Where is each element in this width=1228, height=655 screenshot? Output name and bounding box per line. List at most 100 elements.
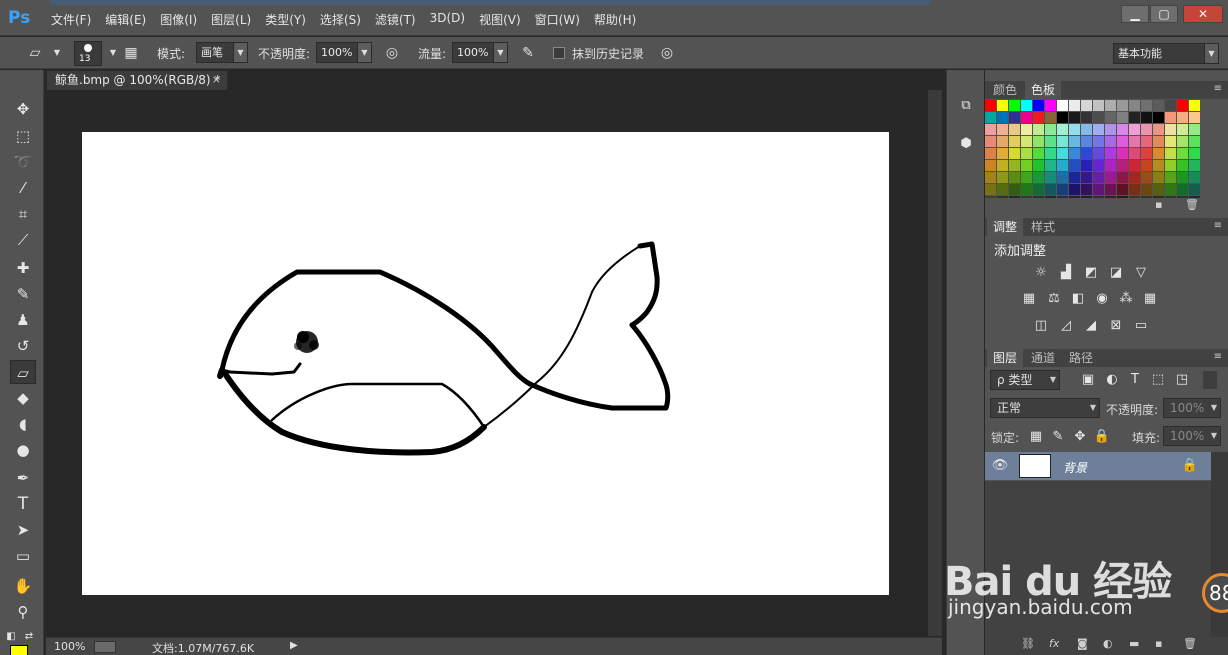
swatch[interactable]: [1117, 148, 1128, 159]
new-layer-icon[interactable]: ▪: [1155, 637, 1162, 650]
status-icon[interactable]: [94, 641, 116, 653]
new-adjustment-icon[interactable]: ◐: [1103, 637, 1113, 650]
close-window-button[interactable]: ✕: [1183, 5, 1223, 23]
swatch[interactable]: [985, 136, 996, 147]
paint-bucket-icon[interactable]: ◆: [10, 386, 36, 410]
swatch[interactable]: [1045, 100, 1056, 111]
swatch[interactable]: [1189, 172, 1200, 183]
crop-tool-icon[interactable]: ⌗: [10, 202, 36, 226]
swatch[interactable]: [1045, 124, 1056, 135]
swatch[interactable]: [1141, 184, 1152, 195]
swatch[interactable]: [1033, 112, 1044, 123]
swatch[interactable]: [1117, 184, 1128, 195]
swatch[interactable]: [1069, 124, 1080, 135]
swatch[interactable]: [1153, 160, 1164, 171]
zoom-level[interactable]: 100%: [54, 640, 85, 653]
swatch[interactable]: [1153, 100, 1164, 111]
swatch[interactable]: [997, 148, 1008, 159]
swatch[interactable]: [1105, 184, 1116, 195]
filter-smart-object-icon[interactable]: ◳: [1173, 371, 1191, 389]
menu-type[interactable]: 类型(Y): [258, 11, 313, 28]
swatch[interactable]: [1129, 112, 1140, 123]
link-layers-icon[interactable]: ⛓: [1021, 637, 1035, 650]
swatch[interactable]: [1093, 124, 1104, 135]
swatch[interactable]: [985, 148, 996, 159]
invert-icon[interactable]: ◫: [1032, 317, 1050, 335]
swatch[interactable]: [1057, 136, 1068, 147]
swatch[interactable]: [985, 112, 996, 123]
swatch[interactable]: [985, 100, 996, 111]
layer-row-background[interactable]: 👁 背景 🔒: [985, 452, 1211, 480]
swatch[interactable]: [1141, 172, 1152, 183]
gradient-map-icon[interactable]: ▭: [1132, 317, 1150, 335]
threshold-icon[interactable]: ◢: [1082, 317, 1100, 335]
minimize-button[interactable]: ▁: [1121, 5, 1149, 23]
swatch[interactable]: [985, 160, 996, 171]
flow-input[interactable]: 100% ▼: [452, 42, 508, 63]
blend-mode-select[interactable]: 正常 ▼: [990, 398, 1100, 418]
menu-3d[interactable]: 3D(D): [423, 11, 472, 28]
lock-all-icon[interactable]: 🔒: [1093, 428, 1111, 446]
swatch[interactable]: [1057, 184, 1068, 195]
menu-window[interactable]: 窗口(W): [528, 11, 587, 28]
pressure-size-icon[interactable]: ◎: [658, 44, 676, 62]
swatch[interactable]: [1165, 100, 1176, 111]
swatch[interactable]: [1009, 172, 1020, 183]
swatch[interactable]: [1117, 136, 1128, 147]
menu-file[interactable]: 文件(F): [44, 11, 98, 28]
menu-edit[interactable]: 编辑(E): [98, 11, 153, 28]
preset-dropdown-icon[interactable]: ▼: [48, 44, 66, 62]
swatch[interactable]: [1045, 112, 1056, 123]
mode-select[interactable]: 画笔 ▼: [196, 42, 248, 63]
healing-brush-icon[interactable]: ✚: [10, 256, 36, 280]
swatch[interactable]: [1081, 148, 1092, 159]
swatch[interactable]: [1009, 100, 1020, 111]
tab-color[interactable]: 颜色: [987, 81, 1023, 99]
panel-menu-icon[interactable]: ≡: [1214, 351, 1222, 362]
swatch[interactable]: [1045, 148, 1056, 159]
swatch[interactable]: [1117, 172, 1128, 183]
tab-paths[interactable]: 路径: [1063, 349, 1099, 367]
swatch[interactable]: [1045, 160, 1056, 171]
swatch[interactable]: [1033, 124, 1044, 135]
swatch[interactable]: [1129, 136, 1140, 147]
swatch[interactable]: [1069, 136, 1080, 147]
swatch[interactable]: [1057, 148, 1068, 159]
lasso-tool-icon[interactable]: ➰: [10, 150, 36, 174]
swatch[interactable]: [1021, 112, 1032, 123]
swatch[interactable]: [1021, 148, 1032, 159]
swatch[interactable]: [1069, 100, 1080, 111]
swatch[interactable]: [1177, 172, 1188, 183]
swatch[interactable]: [1093, 184, 1104, 195]
hand-tool-icon[interactable]: ✋: [10, 574, 36, 598]
color-lookup-icon[interactable]: ▦: [1141, 290, 1159, 308]
lock-position-icon[interactable]: ✥: [1071, 428, 1089, 446]
swatch[interactable]: [1141, 112, 1152, 123]
swatch[interactable]: [1153, 112, 1164, 123]
swatch[interactable]: [1129, 148, 1140, 159]
swatch[interactable]: [1057, 172, 1068, 183]
swatch[interactable]: [1081, 184, 1092, 195]
swatch[interactable]: [1105, 100, 1116, 111]
close-tab-icon[interactable]: ×: [212, 71, 221, 89]
swatch[interactable]: [1153, 184, 1164, 195]
swatch[interactable]: [1009, 136, 1020, 147]
swatch[interactable]: [1189, 184, 1200, 195]
swatch[interactable]: [1129, 100, 1140, 111]
swatch[interactable]: [1069, 148, 1080, 159]
workspace-select[interactable]: 基本功能 ▼: [1113, 43, 1219, 64]
history-brush-icon[interactable]: ↺: [10, 334, 36, 358]
swatch[interactable]: [1177, 124, 1188, 135]
delete-swatch-icon[interactable]: 🗑: [1185, 198, 1199, 211]
swatch[interactable]: [1093, 148, 1104, 159]
swatch[interactable]: [1021, 160, 1032, 171]
add-mask-icon[interactable]: ◙: [1077, 637, 1088, 650]
swatch[interactable]: [1105, 148, 1116, 159]
swatch[interactable]: [1009, 148, 1020, 159]
swatch[interactable]: [1093, 112, 1104, 123]
move-tool-icon[interactable]: ✥: [10, 97, 36, 121]
swatch[interactable]: [1093, 136, 1104, 147]
clone-stamp-icon[interactable]: ♟: [10, 308, 36, 332]
swatch[interactable]: [1021, 172, 1032, 183]
swatch[interactable]: [1165, 112, 1176, 123]
